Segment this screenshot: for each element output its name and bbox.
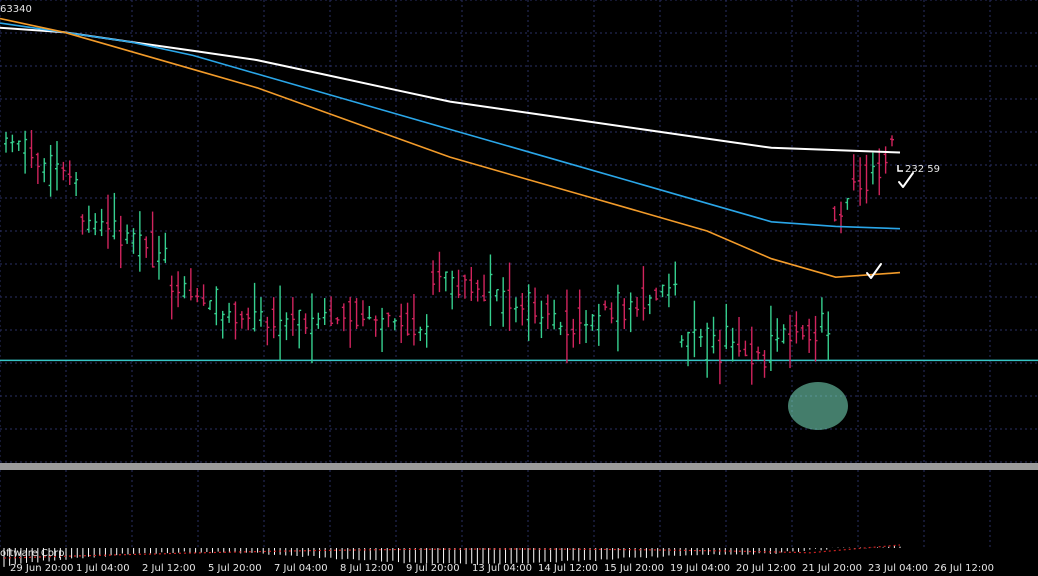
- price-marker-label: 232 59: [905, 164, 940, 175]
- x-tick-label: 1 Jul 04:00: [76, 563, 130, 574]
- x-tick-label: 23 Jul 04:00: [868, 563, 928, 574]
- x-tick-label: 15 Jul 20:00: [604, 563, 664, 574]
- chart-canvas: 29 Jun 20:00 1 Jul 04:00 2 Jul 12:00 5 Jul …: [0, 0, 1038, 576]
- x-tick-label: 26 Jul 12:00: [934, 563, 994, 574]
- x-tick-label: 5 Jul 20:00: [208, 563, 262, 574]
- header-value: 63340: [0, 4, 32, 15]
- x-tick-label: 8 Jul 12:00: [340, 563, 394, 574]
- x-tick-label: 14 Jul 12:00: [538, 563, 598, 574]
- chart-root: 29 Jun 20:00 1 Jul 04:00 2 Jul 12:00 5 Jul …: [0, 0, 1038, 576]
- x-tick-label: 7 Jul 04:00: [274, 563, 328, 574]
- x-tick-label: 29 Jun 20:00: [10, 563, 74, 574]
- highlight-ellipse: [788, 382, 848, 430]
- pane-separator: [0, 463, 1038, 470]
- separator-layer: [0, 463, 1038, 470]
- x-axis-ticks-layer: 29 Jun 20:00 1 Jul 04:00 2 Jul 12:00 5 Jul …: [10, 563, 994, 574]
- chart-background: [0, 0, 1038, 576]
- copyright-text: oftware Corp.: [0, 548, 68, 559]
- x-tick-label: 2 Jul 12:00: [142, 563, 196, 574]
- x-tick-label: 20 Jul 12:00: [736, 563, 796, 574]
- x-tick-label: 13 Jul 04:00: [472, 563, 532, 574]
- x-tick-label: 19 Jul 04:00: [670, 563, 730, 574]
- x-tick-label: 21 Jul 20:00: [802, 563, 862, 574]
- x-tick-label: 9 Jul 20:00: [406, 563, 460, 574]
- highlight-layer: [788, 382, 848, 430]
